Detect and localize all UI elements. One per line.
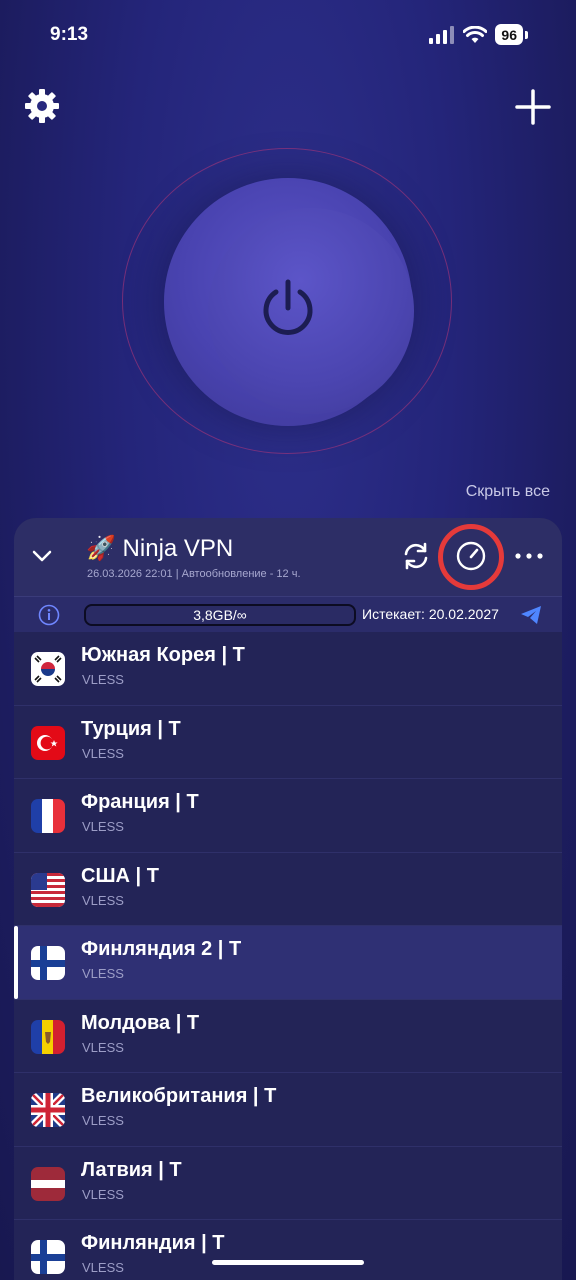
status-time: 9:13 [50, 24, 89, 45]
server-protocol: VLESS [82, 819, 124, 834]
uk-flag-icon [31, 1093, 65, 1127]
usa-flag-icon [31, 872, 65, 907]
refresh-icon[interactable] [400, 540, 432, 572]
server-item[interactable]: Южная Корея | T VLESS [14, 632, 562, 706]
power-icon[interactable] [258, 278, 318, 338]
provider-panel: 🚀 Ninja VPN 26.03.2026 22:01 | Автообнов… [14, 518, 562, 1280]
selected-indicator [14, 926, 18, 999]
server-name: Великобритания | T [81, 1085, 277, 1107]
server-protocol: VLESS [82, 672, 124, 687]
chevron-down-icon[interactable] [30, 544, 54, 568]
battery-icon [525, 30, 528, 39]
finland-flag-icon [31, 1240, 65, 1274]
server-protocol: VLESS [82, 966, 124, 981]
server-protocol: VLESS [82, 1186, 124, 1202]
server-name: Южная Корея | T [81, 644, 245, 666]
france-flag-icon [31, 799, 65, 833]
add-icon[interactable] [514, 88, 552, 126]
server-protocol: VLESS [82, 1113, 124, 1128]
moldova-flag-icon [31, 1019, 65, 1054]
latvia-flag-icon [31, 1166, 65, 1201]
subscription-info-row: 3,8GB/∞ Истекает: 20.02.2027 [14, 596, 562, 632]
server-item[interactable]: Франция | T VLESS [14, 779, 562, 853]
signal-icon [429, 25, 455, 44]
finland-flag-icon [31, 946, 65, 980]
traffic-usage-bar: 3,8GB/∞ [84, 604, 356, 626]
server-protocol: VLESS [82, 745, 124, 761]
server-item-selected[interactable]: Финляндия 2 | T VLESS [14, 926, 562, 1000]
status-icons: 96 [429, 24, 528, 45]
server-item[interactable]: Турция | T VLESS [14, 706, 562, 779]
server-protocol: VLESS [82, 1039, 124, 1055]
wifi-icon [463, 25, 488, 43]
server-item[interactable]: США | T VLESS [14, 853, 562, 926]
server-name: США | T [81, 864, 159, 887]
server-protocol: VLESS [82, 1260, 124, 1275]
server-item[interactable]: Великобритания | T VLESS [14, 1073, 562, 1147]
home-indicator[interactable] [212, 1260, 364, 1265]
info-icon[interactable] [38, 604, 60, 626]
more-options-icon[interactable] [514, 552, 544, 560]
speedometer-icon[interactable] [455, 540, 487, 572]
server-list: Южная Корея | T VLESS Турция | T VLESS Ф… [14, 632, 562, 1280]
server-protocol: VLESS [82, 892, 124, 908]
server-name: Финляндия | T [81, 1232, 225, 1254]
status-bar: 9:13 96 [0, 0, 576, 70]
server-name: Латвия | T [81, 1158, 182, 1181]
south-korea-flag-icon [31, 652, 65, 686]
settings-gear-icon[interactable] [24, 88, 60, 124]
server-item[interactable]: Латвия | T VLESS [14, 1147, 562, 1220]
server-item[interactable]: Финляндия | T VLESS [14, 1220, 562, 1280]
turkey-flag-icon [31, 725, 65, 760]
battery-level: 96 [495, 24, 523, 45]
server-name: Финляндия 2 | T [81, 938, 242, 960]
expiry-date: Истекает: 20.02.2027 [362, 606, 499, 622]
server-name: Турция | T [81, 717, 181, 740]
provider-title: 🚀 Ninja VPN [86, 535, 234, 562]
server-item[interactable]: Молдова | T VLESS [14, 1000, 562, 1073]
server-name: Молдова | T [81, 1011, 200, 1034]
server-name: Франция | T [81, 791, 199, 813]
telegram-icon[interactable] [520, 605, 542, 625]
provider-header: 🚀 Ninja VPN 26.03.2026 22:01 | Автообнов… [14, 518, 562, 596]
provider-update-info: 26.03.2026 22:01 | Автообновление - 12 ч… [87, 568, 301, 580]
hide-all-link[interactable]: Скрыть все [466, 483, 550, 501]
